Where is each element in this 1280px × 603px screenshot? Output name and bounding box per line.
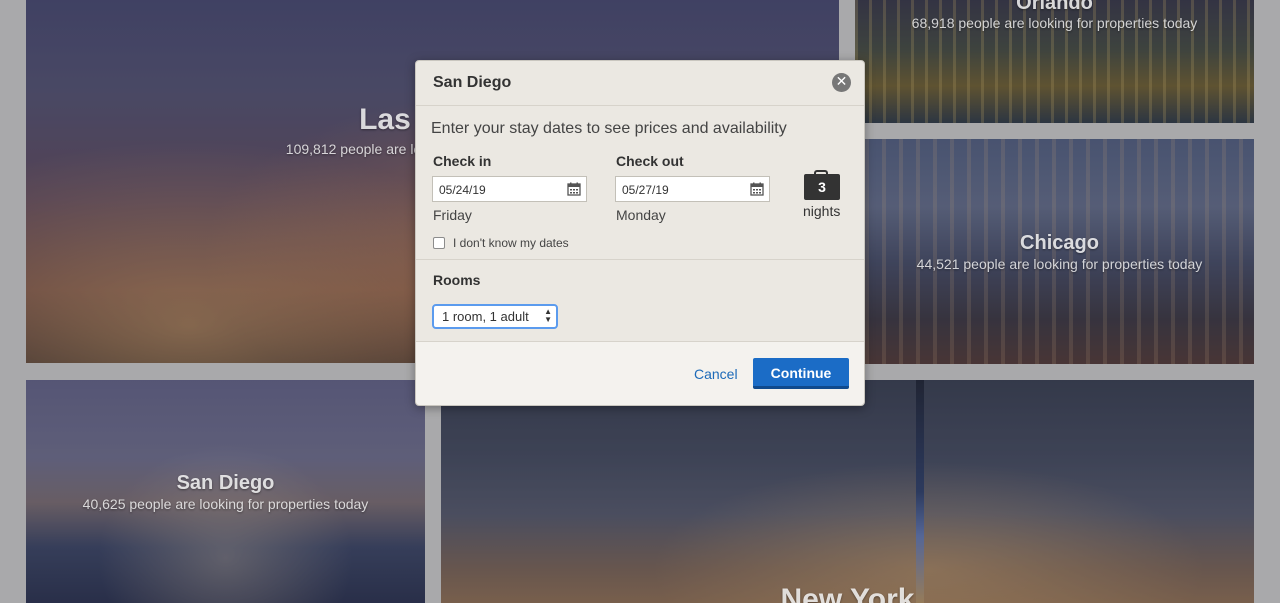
check-out-label: Check out bbox=[616, 153, 684, 169]
divider bbox=[416, 259, 864, 260]
destination-tile-san-diego[interactable]: San Diego 40,625 people are looking for … bbox=[26, 380, 425, 603]
unknown-dates-checkbox[interactable] bbox=[433, 237, 445, 249]
check-out-day: Monday bbox=[616, 207, 666, 223]
stay-dates-dialog: San Diego ✕ Enter your stay dates to see… bbox=[415, 60, 865, 406]
check-in-label: Check in bbox=[433, 153, 492, 169]
dialog-footer: Cancel Continue bbox=[416, 341, 864, 405]
dialog-intro-text: Enter your stay dates to see prices and … bbox=[431, 120, 787, 137]
tile-city-name: Chicago bbox=[1020, 232, 1099, 254]
unknown-dates-label[interactable]: I don't know my dates bbox=[453, 236, 569, 250]
suitcase-icon: 3 bbox=[804, 170, 840, 200]
calendar-icon[interactable] bbox=[567, 182, 581, 196]
calendar-icon[interactable] bbox=[750, 182, 764, 196]
tile-city-name: Orlando bbox=[1016, 0, 1093, 14]
rooms-select[interactable]: 1 room, 1 adult ▲ ▼ bbox=[432, 304, 558, 329]
select-arrows-icon: ▲ ▼ bbox=[544, 307, 552, 324]
cancel-button[interactable]: Cancel bbox=[694, 366, 738, 382]
rooms-value: 1 room, 1 adult bbox=[442, 309, 529, 324]
check-in-day: Friday bbox=[433, 207, 472, 223]
dialog-title: San Diego bbox=[433, 74, 512, 91]
nights-count: 3 bbox=[818, 179, 826, 195]
close-icon[interactable]: ✕ bbox=[832, 73, 851, 92]
check-out-field[interactable]: 05/27/19 bbox=[615, 176, 770, 202]
tile-city-name: San Diego bbox=[176, 472, 275, 494]
check-in-value: 05/24/19 bbox=[439, 183, 486, 197]
tile-demand-count: 68,918 people are looking for properties… bbox=[911, 15, 1198, 31]
tile-demand-count: 44,521 people are looking for properties… bbox=[916, 256, 1203, 272]
tile-city-name: New York bbox=[780, 583, 915, 603]
dialog-header: San Diego ✕ bbox=[416, 61, 864, 106]
check-out-value: 05/27/19 bbox=[622, 183, 669, 197]
check-in-field[interactable]: 05/24/19 bbox=[432, 176, 587, 202]
continue-button[interactable]: Continue bbox=[753, 358, 849, 389]
destination-tile-new-york[interactable]: New York bbox=[441, 380, 1254, 603]
tile-overlay bbox=[441, 380, 1254, 603]
rooms-label: Rooms bbox=[433, 272, 481, 288]
nights-label: nights bbox=[803, 203, 841, 219]
destination-tile-chicago[interactable]: Chicago 44,521 people are looking for pr… bbox=[865, 139, 1254, 364]
destination-tile-orlando[interactable]: Orlando 68,918 people are looking for pr… bbox=[855, 0, 1254, 123]
tile-demand-count: 40,625 people are looking for properties… bbox=[82, 496, 369, 512]
